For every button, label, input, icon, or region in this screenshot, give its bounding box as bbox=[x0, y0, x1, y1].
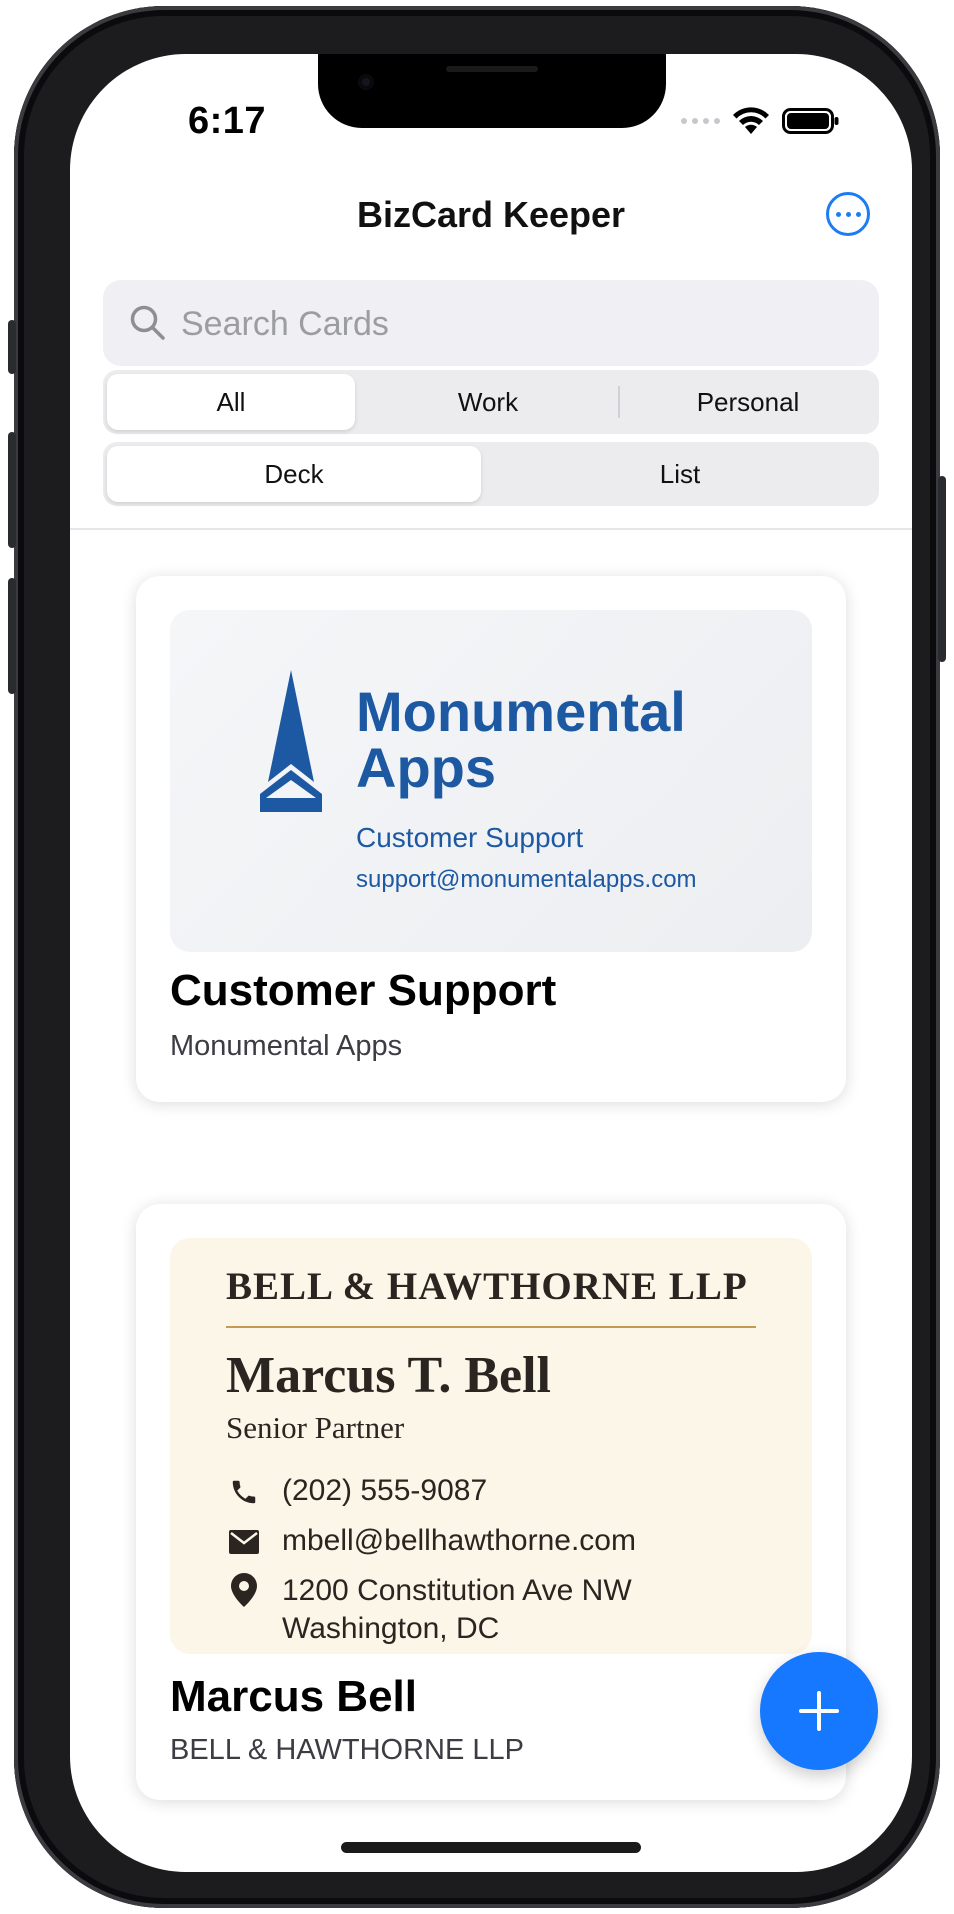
view-segmented-control: Deck List bbox=[103, 442, 879, 506]
header-divider bbox=[70, 528, 912, 530]
search-input[interactable] bbox=[179, 280, 863, 368]
cellular-signal-icon bbox=[681, 118, 720, 124]
home-indicator[interactable] bbox=[341, 1842, 641, 1853]
card-title: Marcus Bell bbox=[170, 1672, 417, 1721]
wifi-icon bbox=[733, 107, 769, 134]
monument-logo-icon bbox=[260, 670, 322, 812]
card-position: Senior Partner bbox=[226, 1410, 405, 1445]
card-email-row: mbell@bellhawthorne.com bbox=[226, 1524, 636, 1560]
location-pin-icon bbox=[226, 1572, 262, 1608]
card-divider-line bbox=[226, 1326, 756, 1328]
card-firm-name: BELL & HAWTHORNE LLP bbox=[226, 1265, 748, 1308]
power-button bbox=[938, 476, 946, 662]
battery-icon bbox=[782, 108, 839, 134]
card-email: support@monumentalapps.com bbox=[356, 866, 697, 893]
card-image: BELL & HAWTHORNE LLP Marcus T. Bell Seni… bbox=[170, 1238, 812, 1654]
page-title: BizCard Keeper bbox=[356, 194, 626, 235]
tab-all[interactable]: All bbox=[107, 374, 355, 430]
volume-up-button bbox=[8, 432, 16, 548]
more-options-button[interactable] bbox=[826, 192, 870, 236]
business-card-item[interactable]: Monumental Apps Customer Support support… bbox=[136, 576, 846, 1102]
card-address: 1200 Constitution Ave NW Washington, DC bbox=[282, 1574, 632, 1645]
status-icons bbox=[681, 106, 840, 136]
plus-icon bbox=[799, 1691, 839, 1731]
card-image: Monumental Apps Customer Support support… bbox=[170, 610, 812, 952]
filter-segmented-control: All Work Personal bbox=[103, 370, 879, 434]
card-address-row: 1200 Constitution Ave NW Washington, DC bbox=[226, 1572, 632, 1648]
card-title: Customer Support bbox=[170, 966, 557, 1015]
tab-work[interactable]: Work bbox=[359, 374, 617, 430]
status-time: 6:17 bbox=[188, 100, 267, 142]
speaker-grille bbox=[446, 66, 538, 72]
business-card-item[interactable]: BELL & HAWTHORNE LLP Marcus T. Bell Seni… bbox=[136, 1204, 846, 1800]
phone-frame: 6:17 BizCard Keeper Search Cards All Wor… bbox=[8, 6, 946, 1908]
tab-personal[interactable]: Personal bbox=[621, 374, 875, 430]
card-email: mbell@bellhawthorne.com bbox=[282, 1524, 636, 1557]
card-phone-row: (202) 555-9087 bbox=[226, 1474, 487, 1510]
card-brand-name: Monumental Apps bbox=[356, 680, 686, 799]
mail-icon bbox=[226, 1524, 262, 1560]
card-subtitle: BELL & HAWTHORNE LLP bbox=[170, 1734, 525, 1766]
tab-list[interactable]: List bbox=[485, 446, 875, 502]
card-person-name: Marcus T. Bell bbox=[226, 1347, 551, 1404]
notch bbox=[318, 54, 666, 128]
search-bar bbox=[103, 280, 879, 368]
search-icon bbox=[130, 305, 165, 340]
card-phone: (202) 555-9087 bbox=[282, 1474, 488, 1507]
tab-deck[interactable]: Deck bbox=[107, 446, 481, 502]
card-role: Customer Support bbox=[356, 822, 584, 853]
volume-down-button bbox=[8, 578, 16, 694]
ellipsis-icon bbox=[835, 211, 841, 217]
segment-divider bbox=[618, 386, 620, 418]
add-card-button[interactable] bbox=[760, 1652, 878, 1770]
mute-switch bbox=[8, 320, 16, 374]
screen: 6:17 BizCard Keeper Search Cards All Wor… bbox=[70, 54, 912, 1872]
front-camera bbox=[358, 74, 374, 90]
card-subtitle: Monumental Apps bbox=[170, 1030, 403, 1062]
phone-icon bbox=[226, 1474, 262, 1510]
